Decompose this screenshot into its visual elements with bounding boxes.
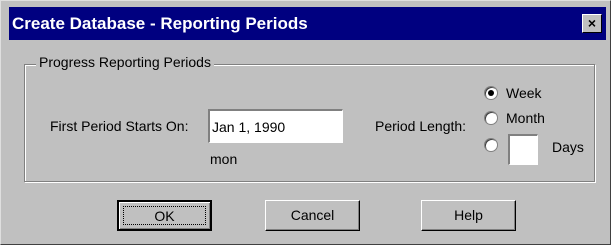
help-button[interactable]: Help <box>421 200 516 231</box>
cancel-button-label: Cancel <box>290 207 335 223</box>
group-legend: Progress Reporting Periods <box>36 54 214 70</box>
ok-button[interactable]: OK <box>117 200 212 231</box>
period-length-label: Period Length: <box>375 118 467 134</box>
weekday-label: mon <box>210 151 238 167</box>
radio-month-label: Month <box>506 110 545 126</box>
radio-days-button[interactable] <box>484 138 498 152</box>
cancel-button[interactable]: Cancel <box>265 200 360 231</box>
radio-week-label: Week <box>506 85 542 101</box>
help-button-label: Help <box>454 207 483 223</box>
first-period-label: First Period Starts On: <box>50 118 189 134</box>
days-input[interactable] <box>508 134 538 165</box>
radio-week[interactable]: Week <box>484 85 542 101</box>
focus-rect <box>123 206 206 225</box>
window-title: Create Database - Reporting Periods <box>12 14 308 33</box>
radio-days[interactable] <box>484 138 498 152</box>
title-bar[interactable]: Create Database - Reporting Periods × <box>9 7 606 40</box>
dialog-window: Create Database - Reporting Periods × Pr… <box>0 0 611 245</box>
first-period-input[interactable] <box>208 109 343 143</box>
radio-days-label: Days <box>552 139 584 155</box>
radio-month-button[interactable] <box>484 111 498 125</box>
radio-month[interactable]: Month <box>484 110 545 126</box>
close-icon: × <box>587 15 597 31</box>
radio-week-button[interactable] <box>484 86 498 100</box>
close-button[interactable]: × <box>582 14 602 33</box>
